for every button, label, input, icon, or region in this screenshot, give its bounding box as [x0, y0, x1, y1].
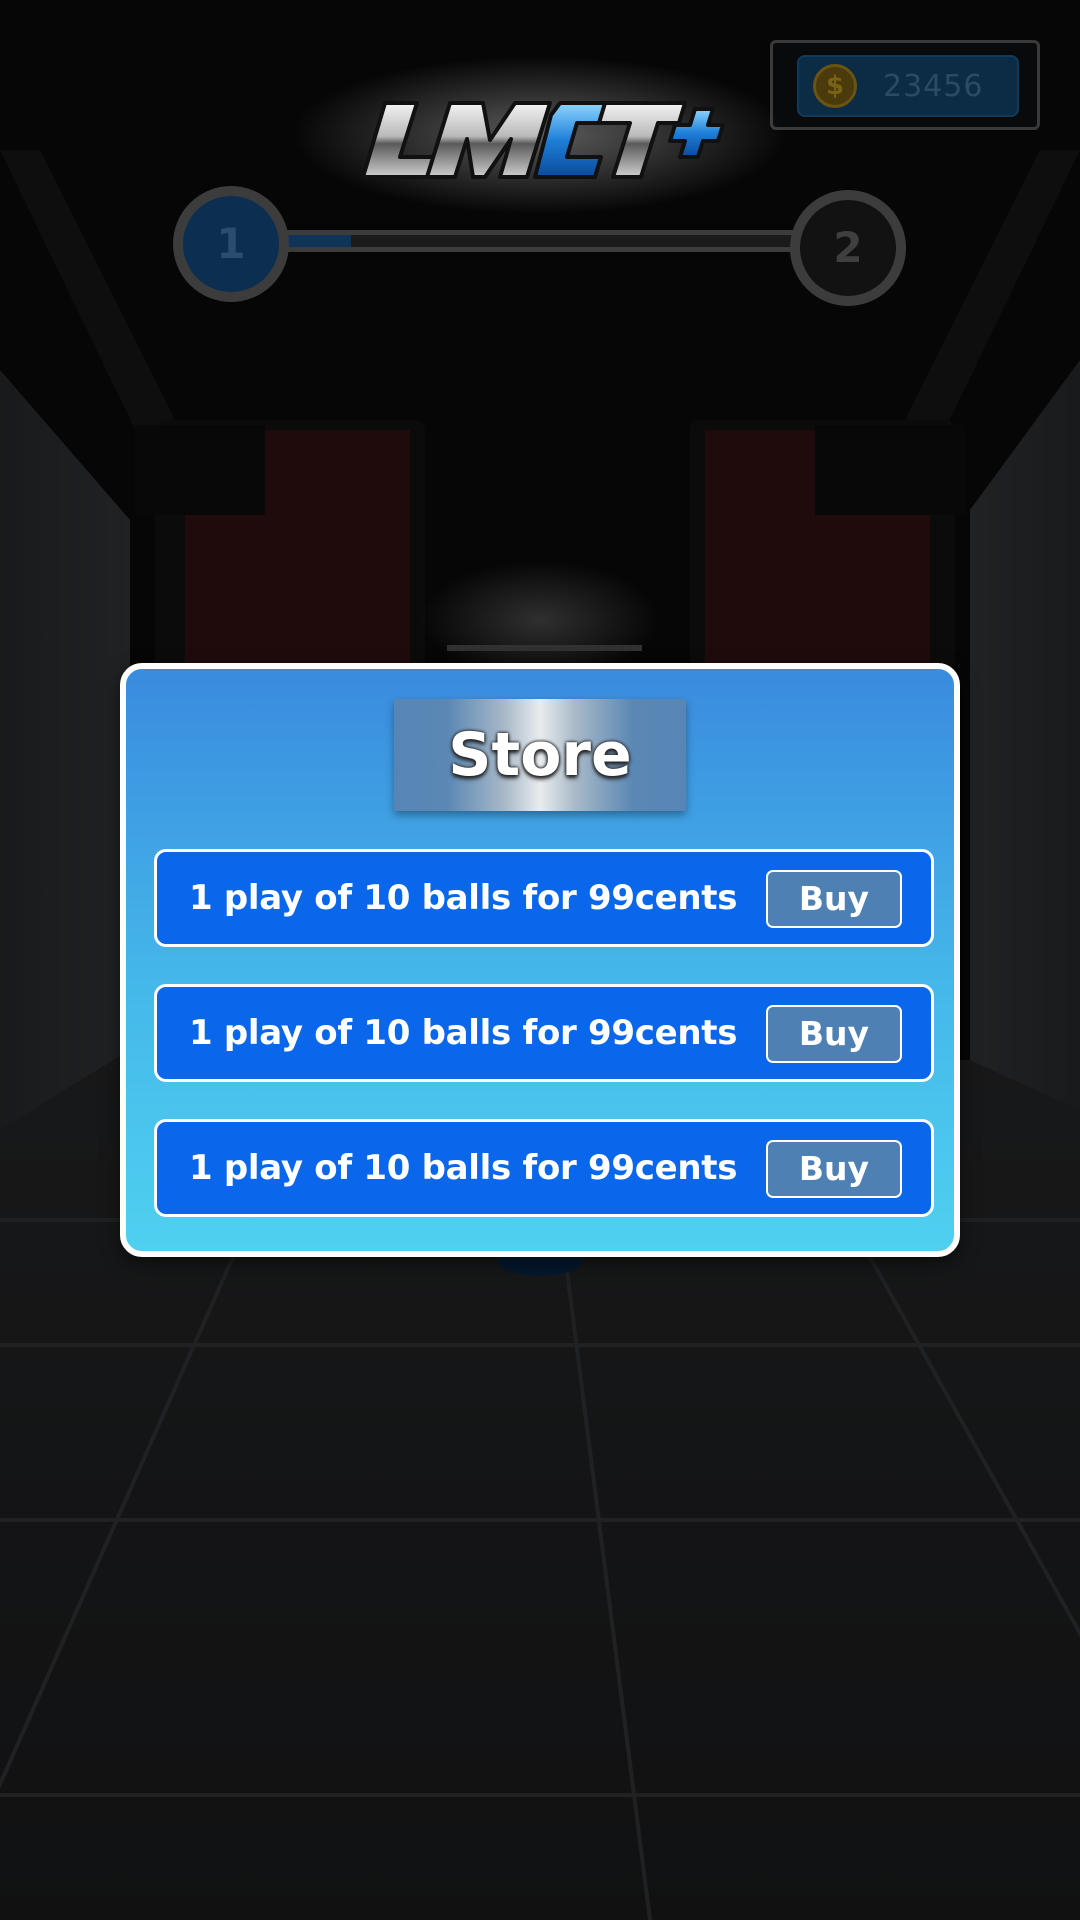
- store-offer-1: 1 play of 10 balls for 99cents Buy: [154, 849, 934, 947]
- store-offer-2: 1 play of 10 balls for 99cents Buy: [154, 984, 934, 1082]
- store-title-plate: Store: [394, 699, 686, 811]
- current-level-badge: 1: [173, 186, 289, 302]
- offer-label: 1 play of 10 balls for 99cents: [189, 878, 738, 918]
- dollar-coin-icon: $: [813, 64, 857, 108]
- offer-label: 1 play of 10 balls for 99cents: [189, 1013, 738, 1053]
- coin-count: 23456: [883, 69, 984, 104]
- store-dialog: Store 1 play of 10 balls for 99cents Buy…: [120, 663, 960, 1257]
- buy-button[interactable]: Buy: [766, 1005, 902, 1063]
- coin-counter: $ 23456: [770, 40, 1040, 130]
- next-level-badge: 2: [790, 190, 906, 306]
- coin-counter-pill: $ 23456: [797, 55, 1019, 117]
- store-title: Store: [448, 720, 632, 790]
- buy-button[interactable]: Buy: [766, 1140, 902, 1198]
- buy-button[interactable]: Buy: [766, 870, 902, 928]
- game-screen: $ 23456 1 2 Store 1 play of 10 balls for…: [0, 0, 1080, 1920]
- offer-label: 1 play of 10 balls for 99cents: [189, 1148, 738, 1188]
- lmct-plus-logo: [361, 101, 725, 179]
- store-offer-3: 1 play of 10 balls for 99cents Buy: [154, 1119, 934, 1217]
- level-progress-bar: [270, 230, 810, 252]
